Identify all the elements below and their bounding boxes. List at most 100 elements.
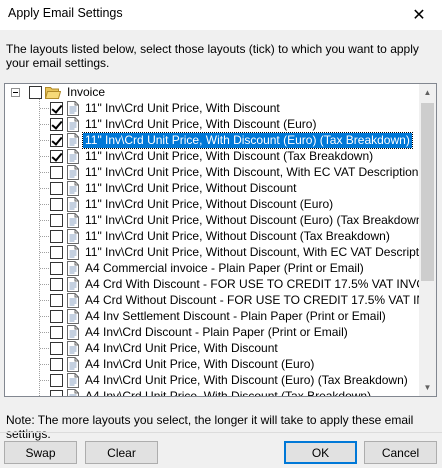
window-title: Apply Email Settings: [8, 6, 123, 20]
document-icon: [67, 292, 79, 308]
layout-checkbox[interactable]: [50, 117, 63, 131]
layout-label: A4 Inv Settlement Discount - Plain Paper…: [85, 308, 386, 323]
layout-checkbox[interactable]: [50, 357, 63, 371]
layout-label: 11" Inv\Crd Unit Price, With Discount (T…: [85, 148, 374, 163]
tree-item[interactable]: 11" Inv\Crd Unit Price, Without Discount…: [50, 212, 421, 228]
tree-root-invoice[interactable]: Invoice: [5, 84, 107, 100]
tree-guide-line: [40, 140, 49, 141]
layout-checkbox[interactable]: [50, 213, 63, 227]
scroll-up-arrow-icon[interactable]: ▲: [419, 84, 436, 101]
note-text: Note: The more layouts you select, the l…: [6, 413, 414, 441]
collapse-icon[interactable]: [11, 88, 20, 97]
layout-checkbox[interactable]: [50, 325, 63, 339]
root-checkbox[interactable]: [29, 85, 42, 99]
tree-item[interactable]: A4 Inv\Crd Unit Price, With Discount (Eu…: [50, 372, 410, 388]
divider: [0, 432, 442, 433]
document-icon: [67, 196, 79, 212]
layout-checkbox[interactable]: [50, 181, 63, 195]
layout-checkbox[interactable]: [50, 309, 63, 323]
layout-checkbox[interactable]: [50, 245, 63, 259]
tree-item[interactable]: A4 Crd Without Discount - FOR USE TO CRE…: [50, 292, 421, 308]
layout-label: 11" Inv\Crd Unit Price, With Discount (E…: [82, 131, 413, 149]
layouts-tree[interactable]: Invoice 11" Inv\Crd Unit Price, With Disc…: [4, 83, 437, 397]
tree-guide-line: [40, 252, 49, 253]
tree-guide-line: [40, 364, 49, 365]
tree-guide-line: [40, 108, 49, 109]
scrollbar-thumb[interactable]: [421, 103, 434, 281]
tree-guide-line: [40, 220, 49, 221]
document-icon: [67, 212, 79, 228]
layout-label: A4 Crd With Discount - FOR USE TO CREDIT…: [85, 276, 421, 291]
tree-guide-line: [40, 332, 49, 333]
tree-item[interactable]: 11" Inv\Crd Unit Price, Without Discount…: [50, 196, 335, 212]
tree-item[interactable]: A4 Inv\Crd Unit Price, With Discount: [50, 340, 280, 356]
layout-checkbox[interactable]: [50, 133, 63, 147]
document-icon: [67, 260, 79, 276]
layout-label: 11" Inv\Crd Unit Price, With Discount: [85, 100, 280, 115]
layout-checkbox[interactable]: [50, 197, 63, 211]
tree-item[interactable]: 11" Inv\Crd Unit Price, Without Discount…: [50, 244, 421, 260]
clear-button[interactable]: Clear: [85, 441, 158, 464]
close-icon[interactable]: ✕: [396, 0, 442, 30]
tree-item[interactable]: A4 Inv\Crd Discount - Plain Paper (Print…: [50, 324, 350, 340]
document-icon: [67, 388, 79, 396]
tree-item[interactable]: A4 Crd With Discount - FOR USE TO CREDIT…: [50, 276, 421, 292]
ok-button[interactable]: OK: [284, 441, 357, 464]
title-bar: Apply Email Settings ✕: [0, 0, 442, 30]
scroll-down-arrow-icon[interactable]: ▼: [419, 379, 436, 396]
tree-guide-line: [40, 204, 49, 205]
tree-item[interactable]: A4 Inv\Crd Unit Price, With Discount (Ta…: [50, 388, 373, 396]
tree-root-label: Invoice: [67, 84, 106, 99]
tree-guide-line: [40, 316, 49, 317]
layout-label: 11" Inv\Crd Unit Price, Without Discount…: [85, 244, 421, 259]
vertical-scrollbar[interactable]: ▲ ▼: [419, 84, 436, 396]
layout-checkbox[interactable]: [50, 277, 63, 291]
layout-checkbox[interactable]: [50, 293, 63, 307]
tree-item[interactable]: 11" Inv\Crd Unit Price, With Discount (E…: [50, 116, 318, 132]
document-icon: [67, 308, 79, 324]
layout-label: A4 Inv\Crd Discount - Plain Paper (Print…: [85, 324, 348, 339]
layout-label: A4 Commercial invoice - Plain Paper (Pri…: [85, 260, 364, 275]
document-icon: [67, 100, 79, 116]
layout-checkbox[interactable]: [50, 101, 63, 115]
tree-item[interactable]: A4 Inv Settlement Discount - Plain Paper…: [50, 308, 388, 324]
layout-label: A4 Crd Without Discount - FOR USE TO CRE…: [85, 292, 421, 307]
tree-item[interactable]: 11" Inv\Crd Unit Price, Without Discount: [50, 180, 298, 196]
tree-item[interactable]: A4 Inv\Crd Unit Price, With Discount (Eu…: [50, 356, 316, 372]
tree-guide-line: [39, 96, 40, 396]
layout-checkbox[interactable]: [50, 389, 63, 396]
document-icon: [67, 164, 79, 180]
layout-checkbox[interactable]: [50, 229, 63, 243]
tree-guide-line: [40, 156, 49, 157]
tree-guide-line: [40, 300, 49, 301]
tree-guide-line: [40, 380, 49, 381]
document-icon: [67, 148, 79, 164]
layout-label: A4 Inv\Crd Unit Price, With Discount (Eu…: [85, 356, 315, 371]
layout-checkbox[interactable]: [50, 149, 63, 163]
document-icon: [67, 228, 79, 244]
tree-guide-line: [40, 348, 49, 349]
layout-label: A4 Inv\Crd Unit Price, With Discount (Ta…: [85, 388, 372, 397]
tree-item[interactable]: 11" Inv\Crd Unit Price, With Discount: [50, 100, 282, 116]
swap-button[interactable]: Swap: [4, 441, 77, 464]
layout-label: 11" Inv\Crd Unit Price, Without Discount…: [85, 196, 334, 211]
tree-guide-line: [40, 124, 49, 125]
tree-item[interactable]: 11" Inv\Crd Unit Price, With Discount (E…: [50, 131, 413, 149]
document-icon: [67, 356, 79, 372]
layout-label: A4 Inv\Crd Unit Price, With Discount (Eu…: [85, 372, 408, 387]
tree-item[interactable]: 11" Inv\Crd Unit Price, With Discount, W…: [50, 164, 420, 180]
document-icon: [67, 132, 79, 148]
layout-label: 11" Inv\Crd Unit Price, Without Discount…: [85, 228, 390, 243]
layout-checkbox[interactable]: [50, 165, 63, 179]
description-text: The layouts listed below, select those l…: [6, 42, 419, 70]
layout-checkbox[interactable]: [50, 261, 63, 275]
layout-label: A4 Inv\Crd Unit Price, With Discount: [85, 340, 278, 355]
document-icon: [67, 372, 79, 388]
tree-content: Invoice 11" Inv\Crd Unit Price, With Disc…: [5, 84, 421, 396]
tree-item[interactable]: 11" Inv\Crd Unit Price, With Discount (T…: [50, 148, 375, 164]
layout-checkbox[interactable]: [50, 373, 63, 387]
tree-item[interactable]: 11" Inv\Crd Unit Price, Without Discount…: [50, 228, 392, 244]
cancel-button[interactable]: Cancel: [364, 441, 437, 464]
tree-item[interactable]: A4 Commercial invoice - Plain Paper (Pri…: [50, 260, 366, 276]
layout-checkbox[interactable]: [50, 341, 63, 355]
